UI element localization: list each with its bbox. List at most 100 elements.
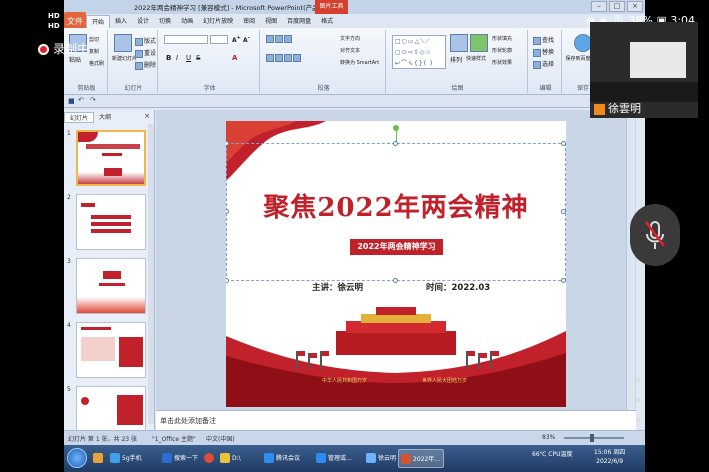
font-label: 字体 [203, 85, 216, 92]
tab-home[interactable]: 开始 [86, 15, 111, 28]
tab-view[interactable]: 视图 [260, 15, 282, 28]
qat-redo-icon[interactable]: ↷ [90, 96, 96, 104]
new-slide-button[interactable]: 新建幻灯片 [112, 55, 137, 62]
align-text-button[interactable]: 对齐文本 [340, 47, 360, 54]
task-search[interactable]: 搜索一下 [160, 449, 200, 468]
task-5g[interactable]: 5g手机 [108, 449, 156, 468]
task-user[interactable]: 徐云明 [364, 449, 402, 468]
close-button[interactable]: × [627, 1, 643, 12]
align-buttons[interactable] [266, 54, 302, 62]
bullets-button[interactable] [266, 35, 293, 43]
font-color-button[interactable]: A [232, 54, 237, 62]
reset-button[interactable]: 重设 [135, 48, 156, 58]
grow-font-button[interactable]: A+ A- [232, 35, 250, 44]
tab-baidu[interactable]: 百度网盘 [282, 15, 316, 28]
shapes-gallery[interactable]: □○▭△⟍⟋ ▢⬭⇨⇧◇☆ ↩⌒∿{}( ) [392, 35, 446, 69]
arrange-button[interactable]: 排列 [450, 55, 462, 64]
arrange-icon[interactable] [450, 34, 468, 52]
shape-effects-button[interactable]: 形状效果 [492, 59, 512, 66]
tab-review[interactable]: 审阅 [238, 15, 260, 28]
delete-button[interactable]: 删除 [135, 60, 156, 70]
format-painter-button[interactable]: 格式刷 [89, 60, 104, 67]
resize-handle[interactable] [393, 278, 398, 283]
start-button[interactable] [67, 448, 87, 468]
slide-host[interactable]: 主讲：徐云明 [312, 281, 363, 293]
resize-handle[interactable] [561, 141, 566, 146]
title-bar: 2022年两会精神学习 [兼容模式] - Microsoft PowerPoin… [64, 0, 645, 14]
minimize-button[interactable]: – [591, 1, 607, 12]
main-scrollbar[interactable] [626, 110, 635, 410]
slide-thumbnail-3[interactable]: 3 [66, 258, 148, 316]
slide-subtitle[interactable]: 2022年两会精神学习 [350, 239, 443, 255]
tab-format[interactable]: 格式 [316, 15, 338, 28]
qat-save-icon[interactable]: ■ [68, 97, 75, 105]
maximize-button[interactable]: □ [609, 1, 625, 12]
clock-time: 15:06 周四 [594, 449, 626, 456]
shape-outline-button[interactable]: 形状轮廓 [492, 47, 512, 54]
slides-group: 新建幻灯片 版式 重设 删除 幻灯片 [110, 30, 158, 93]
tab-design[interactable]: 设计 [132, 15, 154, 28]
thumb-image [76, 258, 146, 314]
tab-outline[interactable]: 大纲 [94, 112, 116, 123]
copy-button[interactable]: 复制 [89, 48, 99, 55]
tab-transitions[interactable]: 切换 [154, 15, 176, 28]
qat-undo-icon[interactable]: ↶ [78, 96, 84, 104]
slide-thumbnail-1[interactable]: 1 [66, 130, 148, 188]
tab-slideshow[interactable]: 幻灯片放映 [198, 15, 238, 28]
slide-title[interactable]: 聚焦2022年两会精神 [226, 187, 566, 224]
new-slide-icon[interactable] [114, 34, 132, 52]
font-size-input[interactable] [210, 35, 228, 44]
tab-slides[interactable]: 幻灯片 [64, 112, 95, 123]
camera-name: 徐雲明 [590, 100, 698, 116]
quick-styles-icon[interactable] [470, 34, 488, 52]
status-bar: 幻灯片 第 1 张，共 23 张 "1_Office 主题" 中文(中国) 83… [64, 430, 645, 445]
camera-preview[interactable]: 徐雲明 [590, 22, 698, 118]
slide-thumbnail-4[interactable]: 4 [66, 322, 148, 380]
hd-label: HD [48, 12, 60, 20]
text-direction-button[interactable]: 文字方向 [340, 35, 360, 42]
task-tencent-meeting[interactable]: 腾讯会议 [262, 449, 310, 468]
mute-mic-button[interactable] [630, 204, 680, 266]
zoom-slider[interactable] [564, 437, 624, 439]
layout-button[interactable]: 版式 [135, 36, 156, 46]
cut-button[interactable]: 剪切 [89, 36, 99, 43]
system-tray[interactable]: 66℃ CPU温度 [532, 449, 573, 458]
paragraph-label: 段落 [317, 85, 330, 92]
resize-handle[interactable] [393, 141, 398, 146]
task-chrome[interactable] [204, 449, 214, 468]
rotate-handle[interactable] [393, 125, 399, 131]
bold-button[interactable]: B [166, 54, 171, 62]
resize-handle[interactable] [561, 278, 566, 283]
italic-button[interactable]: I [176, 54, 178, 62]
pane-scrollbar[interactable] [148, 124, 154, 424]
task-powerpoint[interactable]: 2022年... [398, 449, 444, 468]
replace-button[interactable]: 替换 [533, 47, 554, 57]
strike-button[interactable]: S [196, 54, 200, 62]
clock[interactable]: 15:06 周四 2022/6/9 [594, 448, 625, 466]
smartart-button[interactable]: 转换为 SmartArt [340, 59, 379, 66]
slide-time[interactable]: 时间：2022.03 [426, 281, 490, 293]
slide-thumbnail-2[interactable]: 2 [66, 194, 148, 252]
tab-animations[interactable]: 动画 [176, 15, 198, 28]
record-label: 录制中 [53, 42, 90, 56]
shape-fill-button[interactable]: 形状填充 [492, 35, 512, 42]
quick-styles-button[interactable]: 快速样式 [466, 55, 486, 62]
zoom-level[interactable]: 83% [542, 434, 555, 441]
current-slide[interactable]: 中华人民共和国万岁 世界人民大团结万岁 聚焦2022年两会精神 2022年两会精… [226, 121, 566, 407]
tab-insert[interactable]: 插入 [110, 15, 132, 28]
zoom-knob[interactable] [590, 434, 594, 442]
task-manage[interactable]: 管理或... [314, 449, 360, 468]
picture-tools-context-tab[interactable]: 图片工具 [315, 0, 348, 14]
find-button[interactable]: 查找 [533, 35, 554, 45]
taskbar-pinned[interactable] [92, 449, 104, 468]
font-name-input[interactable] [164, 35, 208, 44]
recording-indicator[interactable]: 录制中 [38, 40, 89, 57]
select-button[interactable]: 选择 [533, 59, 554, 69]
pane-close-icon[interactable]: × [144, 112, 150, 120]
side-dots-icon [636, 378, 640, 422]
task-folder[interactable]: D:\ [218, 449, 258, 468]
slide-number: 3 [67, 258, 71, 265]
notes-placeholder: 单击此处添加备注 [160, 417, 216, 425]
notes-pane[interactable]: 单击此处添加备注 [156, 410, 636, 430]
underline-button[interactable]: U [186, 54, 191, 62]
